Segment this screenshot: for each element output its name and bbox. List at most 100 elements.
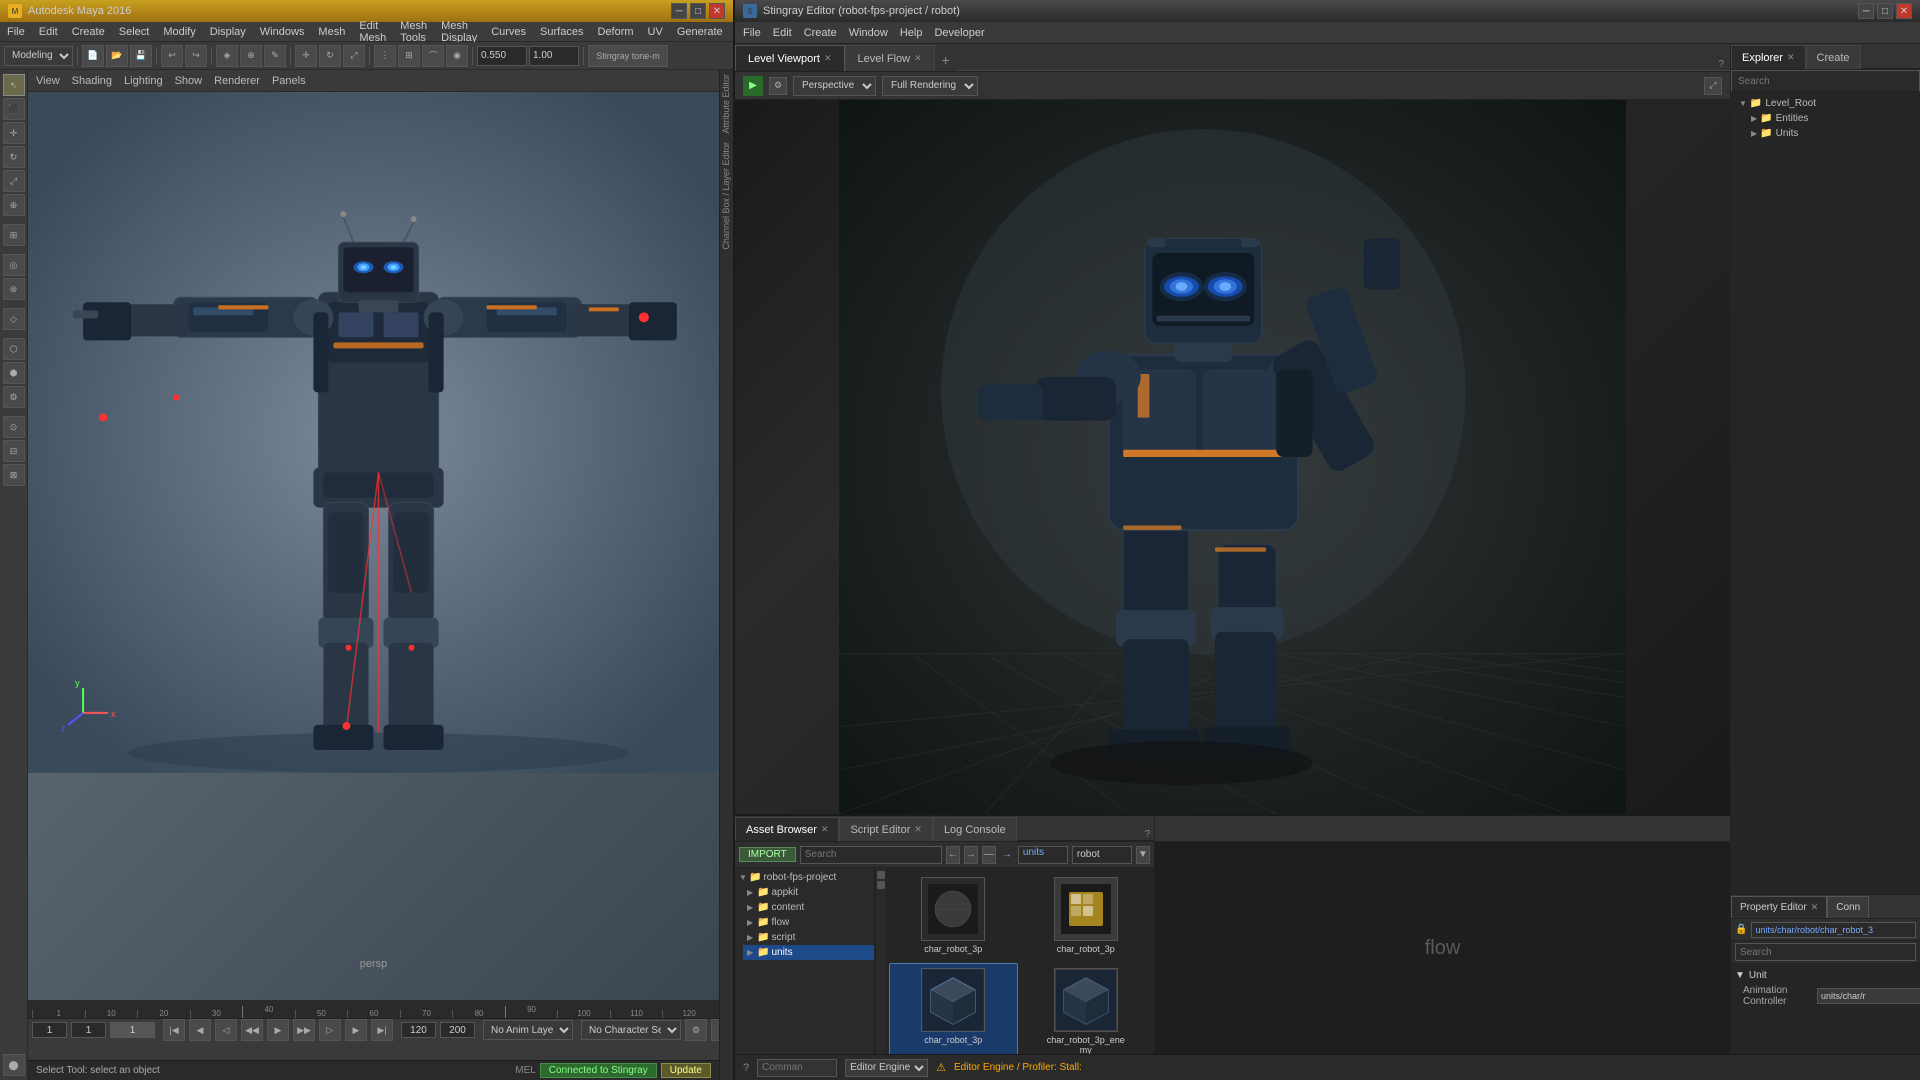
stingray-expand-btn[interactable]: ⤢ <box>1704 77 1722 95</box>
asset-browser-tab[interactable]: Asset Browser ✕ <box>735 817 839 841</box>
asset-browser-tab-close[interactable]: ✕ <box>821 824 829 835</box>
undo-btn[interactable]: ↩ <box>161 45 183 67</box>
render-btn[interactable]: ⬡ <box>3 338 25 360</box>
update-btn[interactable]: Update <box>661 1063 711 1078</box>
explorer-tab-close[interactable]: ✕ <box>1787 52 1795 63</box>
camera-btn[interactable]: ⊙ <box>3 416 25 438</box>
viewport-help-btn[interactable]: ? <box>1712 59 1730 71</box>
select-btn[interactable]: ◈ <box>216 45 238 67</box>
layout-btn[interactable]: ⊟ <box>3 440 25 462</box>
level-flow-tab[interactable]: Level Flow ✕ <box>845 45 935 71</box>
exp-level-root[interactable]: ▼ 📁 Level_Root <box>1735 96 1916 111</box>
scale-btn[interactable]: ⤢ <box>343 45 365 67</box>
move-btn[interactable]: ✛ <box>295 45 317 67</box>
ab-tree-content[interactable]: ▶ 📁 content <box>743 900 874 915</box>
stingray-close-btn[interactable]: ✕ <box>1896 3 1912 19</box>
maya-menu-deform[interactable]: Deform <box>594 26 636 38</box>
timeline-prev-key-btn[interactable]: ◁ <box>215 1019 237 1041</box>
timeline-skip-end-btn[interactable]: ▶| <box>371 1019 393 1041</box>
paint-select-btn[interactable]: ⬛ <box>3 98 25 120</box>
prop-conn-tab[interactable]: Conn <box>1827 896 1869 918</box>
timeline-skip-start-btn[interactable]: |◀ <box>163 1019 185 1041</box>
maya-menu-modify[interactable]: Modify <box>160 26 198 38</box>
ab-search-input[interactable] <box>800 846 942 864</box>
ab-tree-flow[interactable]: ▶ 📁 flow <box>743 915 874 930</box>
stingray-engine-select[interactable]: Editor Engine <box>845 1059 928 1077</box>
scale-tool-btn[interactable]: ⤢ <box>3 170 25 192</box>
stingray-help-btn[interactable]: ? <box>743 1062 749 1074</box>
timeline-range-input[interactable] <box>440 1022 475 1038</box>
maya-menu-mesh[interactable]: Mesh <box>315 26 348 38</box>
ab-tree-appkit[interactable]: ▶ 📁 appkit <box>743 885 874 900</box>
char-set-select[interactable]: No Character Set <box>581 1020 681 1040</box>
mini-timeline[interactable]: 1 10 20 30 40 50 60 70 80 90 100 110 <box>28 1001 719 1019</box>
select-tool-btn[interactable]: ↖ <box>3 74 25 96</box>
anim-layer-select[interactable]: No Anim Layer <box>483 1020 573 1040</box>
stingray-minimize-btn[interactable]: ─ <box>1858 3 1874 19</box>
maya-menu-create[interactable]: Create <box>69 26 108 38</box>
prop-tab-close[interactable]: ✕ <box>1811 902 1819 913</box>
maya-menu-uv[interactable]: UV <box>645 26 666 38</box>
ab-scroll-icon-1[interactable] <box>877 871 885 879</box>
maya-menu-edit-mesh[interactable]: Edit Mesh <box>356 20 389 44</box>
stingray-console-input[interactable] <box>757 1059 837 1077</box>
maya-minimize-btn[interactable]: ─ <box>671 3 687 19</box>
level-viewport-tab-close[interactable]: ✕ <box>824 53 832 64</box>
maya-close-btn[interactable]: ✕ <box>709 3 725 19</box>
ab-filter-input[interactable] <box>1072 846 1132 864</box>
lasso-btn[interactable]: ⊕ <box>240 45 262 67</box>
rotate-tool-btn[interactable]: ↻ <box>3 146 25 168</box>
asset-item-3[interactable]: char_robot_3p <box>889 963 1018 1054</box>
stingray-menu-edit[interactable]: Edit <box>773 27 792 39</box>
level-viewport-tab[interactable]: Level Viewport ✕ <box>735 45 845 71</box>
sculpt-btn[interactable]: ⊛ <box>3 278 25 300</box>
maya-menu-mesh-display[interactable]: Mesh Display <box>438 20 480 44</box>
prop-anim-value[interactable] <box>1817 988 1920 1004</box>
panels-menu[interactable]: Panels <box>272 75 306 87</box>
ab-tree-script[interactable]: ▶ 📁 script <box>743 930 874 945</box>
rotate-btn[interactable]: ↻ <box>319 45 341 67</box>
prop-editor-tab[interactable]: Property Editor ✕ <box>1731 896 1827 918</box>
ab-tree-root[interactable]: ▼ 📁 robot-fps-project <box>735 870 874 885</box>
asset-item-1[interactable]: char_robot_3p <box>889 872 1018 959</box>
maya-menu-select[interactable]: Select <box>116 26 153 38</box>
ab-tree-units[interactable]: ▶ 📁 units <box>743 945 874 960</box>
timeline-end-input[interactable] <box>401 1022 436 1038</box>
script-editor-tab-close[interactable]: ✕ <box>914 824 922 835</box>
connected-stingray-btn[interactable]: Connected to Stingray <box>540 1063 657 1078</box>
timeline-frame-input[interactable] <box>71 1022 106 1038</box>
timeline-prev-frame-btn[interactable]: ◀ <box>189 1019 211 1041</box>
maya-menu-display[interactable]: Display <box>207 26 249 38</box>
show-menu[interactable]: Show <box>175 75 203 87</box>
save-btn[interactable]: 💾 <box>130 45 152 67</box>
shading-menu[interactable]: Shading <box>72 75 112 87</box>
maya-menu-edit[interactable]: Edit <box>36 26 61 38</box>
timeline-current-input[interactable] <box>110 1022 155 1038</box>
move-tool-btn[interactable]: ✛ <box>3 122 25 144</box>
channel-box-tab[interactable]: Channel Box / Layer Editor <box>720 138 733 254</box>
redo-btn[interactable]: ↪ <box>185 45 207 67</box>
maya-menu-mesh-tools[interactable]: Mesh Tools <box>397 20 430 44</box>
flow-content-area[interactable]: flow <box>1155 842 1730 1054</box>
exp-entities[interactable]: ▶ 📁 Entities <box>1747 111 1916 126</box>
timeline-next-key-btn[interactable]: ▷ <box>319 1019 341 1041</box>
snap-btn[interactable]: ⋮ <box>374 45 396 67</box>
stingray-play-btn[interactable]: ▶ <box>743 76 763 96</box>
maya-menu-generate[interactable]: Generate <box>674 26 726 38</box>
timeline-play-fwd-btn[interactable]: ▶▶ <box>293 1019 315 1041</box>
view-menu[interactable]: View <box>36 75 60 87</box>
ab-import-btn[interactable]: IMPORT <box>739 847 796 862</box>
timeline-start-input[interactable] <box>32 1022 67 1038</box>
render-settings-btn[interactable]: ⚙ <box>3 386 25 408</box>
stingray-settings-btn[interactable]: ⚙ <box>769 77 787 95</box>
ab-scroll-icon-2[interactable] <box>877 881 885 889</box>
toolbar-val1-input[interactable] <box>477 46 527 66</box>
exp-units[interactable]: ▶ 📁 Units <box>1747 126 1916 141</box>
snap-together-btn[interactable]: ⊞ <box>3 224 25 246</box>
new-btn[interactable]: 📄 <box>82 45 104 67</box>
ipr-render-btn[interactable]: ⬢ <box>3 362 25 384</box>
maya-maximize-btn[interactable]: □ <box>690 3 706 19</box>
asset-item-4[interactable]: char_robot_3p_enemy <box>1022 963 1151 1054</box>
maya-viewport[interactable]: Verts: 29386 0 0 Edges: 83389 0 0 Fa <box>28 92 719 1000</box>
timeline-play-back-btn[interactable]: ◀◀ <box>241 1019 263 1041</box>
